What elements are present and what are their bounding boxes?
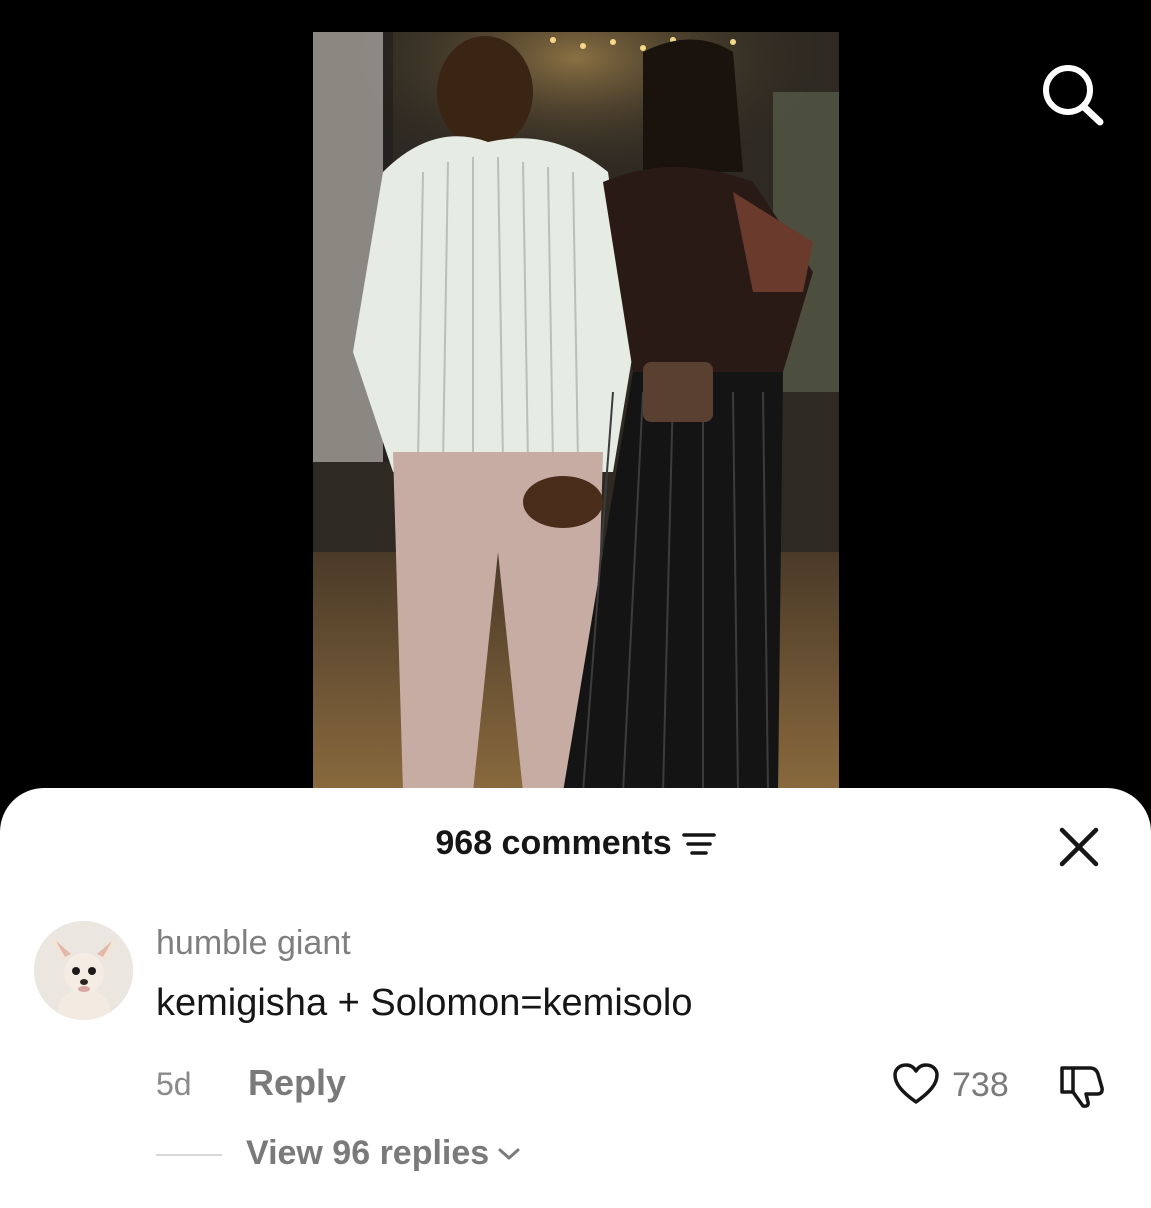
close-button[interactable]	[1056, 824, 1102, 870]
comment-count-label: 968 comments	[435, 824, 672, 862]
comment-text: kemigisha + Solomon=kemisolo	[156, 982, 693, 1024]
dislike-icon	[1060, 1066, 1104, 1108]
video-frame[interactable]	[313, 32, 839, 792]
search-button[interactable]	[1038, 62, 1108, 128]
like-count: 738	[952, 1066, 1009, 1104]
close-icon	[1059, 827, 1099, 867]
dislike-button[interactable]	[1056, 1062, 1106, 1108]
comment-count-sort-button[interactable]: 968 comments	[435, 824, 716, 863]
replies-divider	[156, 1154, 222, 1156]
heart-icon	[893, 1063, 939, 1104]
comments-header: 968 comments	[0, 824, 1151, 868]
search-icon	[1043, 65, 1104, 126]
comment-timestamp: 5d	[156, 1066, 192, 1102]
view-replies-button[interactable]: View 96 replies	[246, 1134, 521, 1173]
video-scene	[313, 32, 839, 792]
comments-sheet: 968 comments humble giant kemigisha + So…	[0, 788, 1151, 1208]
video-player[interactable]	[0, 0, 1151, 830]
like-button[interactable]	[892, 1062, 940, 1106]
comment-actions: 5d Reply 738	[156, 1062, 1116, 1108]
filter-icon	[681, 832, 716, 855]
view-replies-label: View 96 replies	[246, 1134, 490, 1172]
avatar[interactable]	[34, 921, 133, 1020]
comment-username[interactable]: humble giant	[156, 924, 351, 963]
reply-button[interactable]: Reply	[248, 1062, 346, 1104]
avatar-image	[34, 921, 133, 1020]
chevron-down-icon	[498, 1148, 520, 1159]
view-replies-row: View 96 replies	[156, 1134, 756, 1174]
